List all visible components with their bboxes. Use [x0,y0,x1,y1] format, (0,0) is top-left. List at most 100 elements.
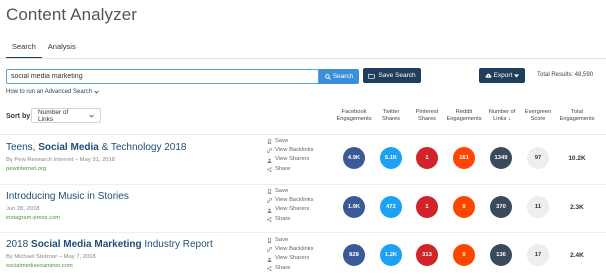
row-divider [0,232,606,233]
share-action-label: Share [275,215,291,222]
caret-down-icon [514,73,520,78]
users-icon [267,257,272,262]
header-divider [0,134,606,135]
article-domain[interactable]: instagram-press.com [6,215,60,221]
view-backlinks-action[interactable]: View Backlinks [267,245,314,254]
share-action[interactable]: Share [267,215,314,224]
link-icon [267,198,272,204]
facebook-engagements-badge: 1.9K [343,196,365,218]
share-action-label: Share [275,165,291,172]
view-backlinks-action[interactable]: View Backlinks [267,196,314,205]
total-engagements: 2.4K [570,252,584,259]
bookmark-icon [267,139,272,145]
advanced-search-link[interactable]: How to run an Advanced Search [6,89,99,95]
save-action[interactable]: Save [267,187,314,196]
article-title-link[interactable]: Introducing Music in Stories [6,191,129,202]
title-segment: & Technology 2018 [98,142,187,153]
tab-analysis[interactable]: Analysis [42,42,82,59]
title-keyword: Social Media [38,142,99,153]
article-title-link[interactable]: Teens, Social Media & Technology 2018 [6,142,187,153]
backlinks-label: View Backlinks [275,246,314,253]
twitter-shares-badge: 472 [380,196,402,218]
article-meta: By Michael Stelzner – May 7, 2018 [6,254,96,260]
evergreen-score-badge: 11 [527,196,549,218]
article-title-link[interactable]: 2018 Social Media Marketing Industry Rep… [6,239,213,250]
share-action-label: Share [275,264,291,271]
advanced-search-label: How to run an Advanced Search [6,89,93,95]
twitter-shares-badge: 1.2K [380,244,402,266]
export-label: Export [493,72,513,79]
evergreen-score-badge: 17 [527,244,549,266]
share-icon [267,265,272,271]
article-domain[interactable]: pewinternet.org [6,166,46,172]
column-header-links[interactable]: Number of Links ↓ [487,109,517,124]
search-button[interactable]: Search [319,69,359,84]
reddit-engagements-badge: 0 [453,244,475,266]
article-domain[interactable]: socialmediaexaminer.com [6,263,73,269]
pinterest-shares-badge: 313 [416,244,438,266]
column-header-twitter[interactable]: Twitter Shares [377,109,405,124]
view-sharers-action[interactable]: View Sharers [267,205,314,214]
column-header-reddit[interactable]: Reddit Engagements [444,109,484,124]
search-input[interactable] [6,69,319,84]
save-action[interactable]: Save [267,236,314,245]
link-icon [267,148,272,154]
facebook-engagements-badge: 828 [343,244,365,266]
total-results: Total Results: 48,590 [537,72,594,78]
save-action[interactable]: Save [267,137,314,146]
title-segment: 2018 [6,239,32,250]
column-header-facebook[interactable]: Facebook Engagements [336,109,372,124]
article-actions: Save View Backlinks View Sharers Share [267,236,314,273]
title-segment: Introducing Music in Stories [6,191,129,202]
users-icon [267,158,272,163]
article-actions: Save View Backlinks View Sharers Share [267,137,314,174]
article-meta: Jun 28, 2018 [6,206,40,212]
evergreen-score-badge: 97 [527,147,549,169]
title-segment: Industry Report [141,239,213,250]
save-search-button[interactable]: Save Search [363,68,421,83]
export-button[interactable]: Export [479,68,525,83]
sort-selected-value: Number of Links [38,108,69,123]
view-backlinks-action[interactable]: View Backlinks [267,146,314,155]
view-sharers-action[interactable]: View Sharers [267,254,314,263]
view-sharers-action[interactable]: View Sharers [267,155,314,164]
bookmark-icon [267,238,272,244]
search-icon [324,73,331,80]
title-segment: Teens, [6,142,39,153]
column-header-pinterest[interactable]: Pinterest Shares [412,109,442,124]
backlinks-label: View Backlinks [275,147,314,154]
pinterest-shares-badge: 1 [416,147,438,169]
sharers-label: View Sharers [275,255,310,262]
tabs-divider [0,58,606,59]
sharers-label: View Sharers [275,156,310,163]
save-action-label: Save [275,138,289,144]
search-button-label: Search [332,73,354,80]
total-engagements: 10.2K [568,155,586,162]
link-icon [267,247,272,253]
row-divider [0,184,606,185]
number-of-links-badge: 136 [490,244,512,266]
sort-select[interactable]: Number of Links [31,108,101,123]
share-action[interactable]: Share [267,165,314,174]
total-engagements: 2.3K [570,204,584,211]
pinterest-shares-badge: 1 [416,196,438,218]
column-header-total[interactable]: Total Engagements [557,109,597,124]
save-action-label: Save [275,188,289,194]
share-action[interactable]: Share [267,264,314,273]
sharers-label: View Sharers [275,206,310,213]
facebook-engagements-badge: 4.9K [343,147,365,169]
article-meta: By Pew Research Internet – May 31, 2018 [6,157,115,163]
save-action-label: Save [275,237,289,243]
column-header-evergreen[interactable]: Evergreen Score [522,109,554,124]
tab-bar: Search Analysis [6,42,82,59]
chevron-down-icon [89,114,94,117]
title-keyword: Social Media Marketing [31,239,142,250]
share-icon [267,216,272,222]
sort-label: Sort by [6,113,31,120]
number-of-links-badge: 1349 [490,147,512,169]
backlinks-label: View Backlinks [275,197,314,204]
twitter-shares-badge: 5.1K [380,147,402,169]
folder-icon [368,73,376,79]
tab-search[interactable]: Search [6,42,42,59]
number-of-links-badge: 370 [490,196,512,218]
